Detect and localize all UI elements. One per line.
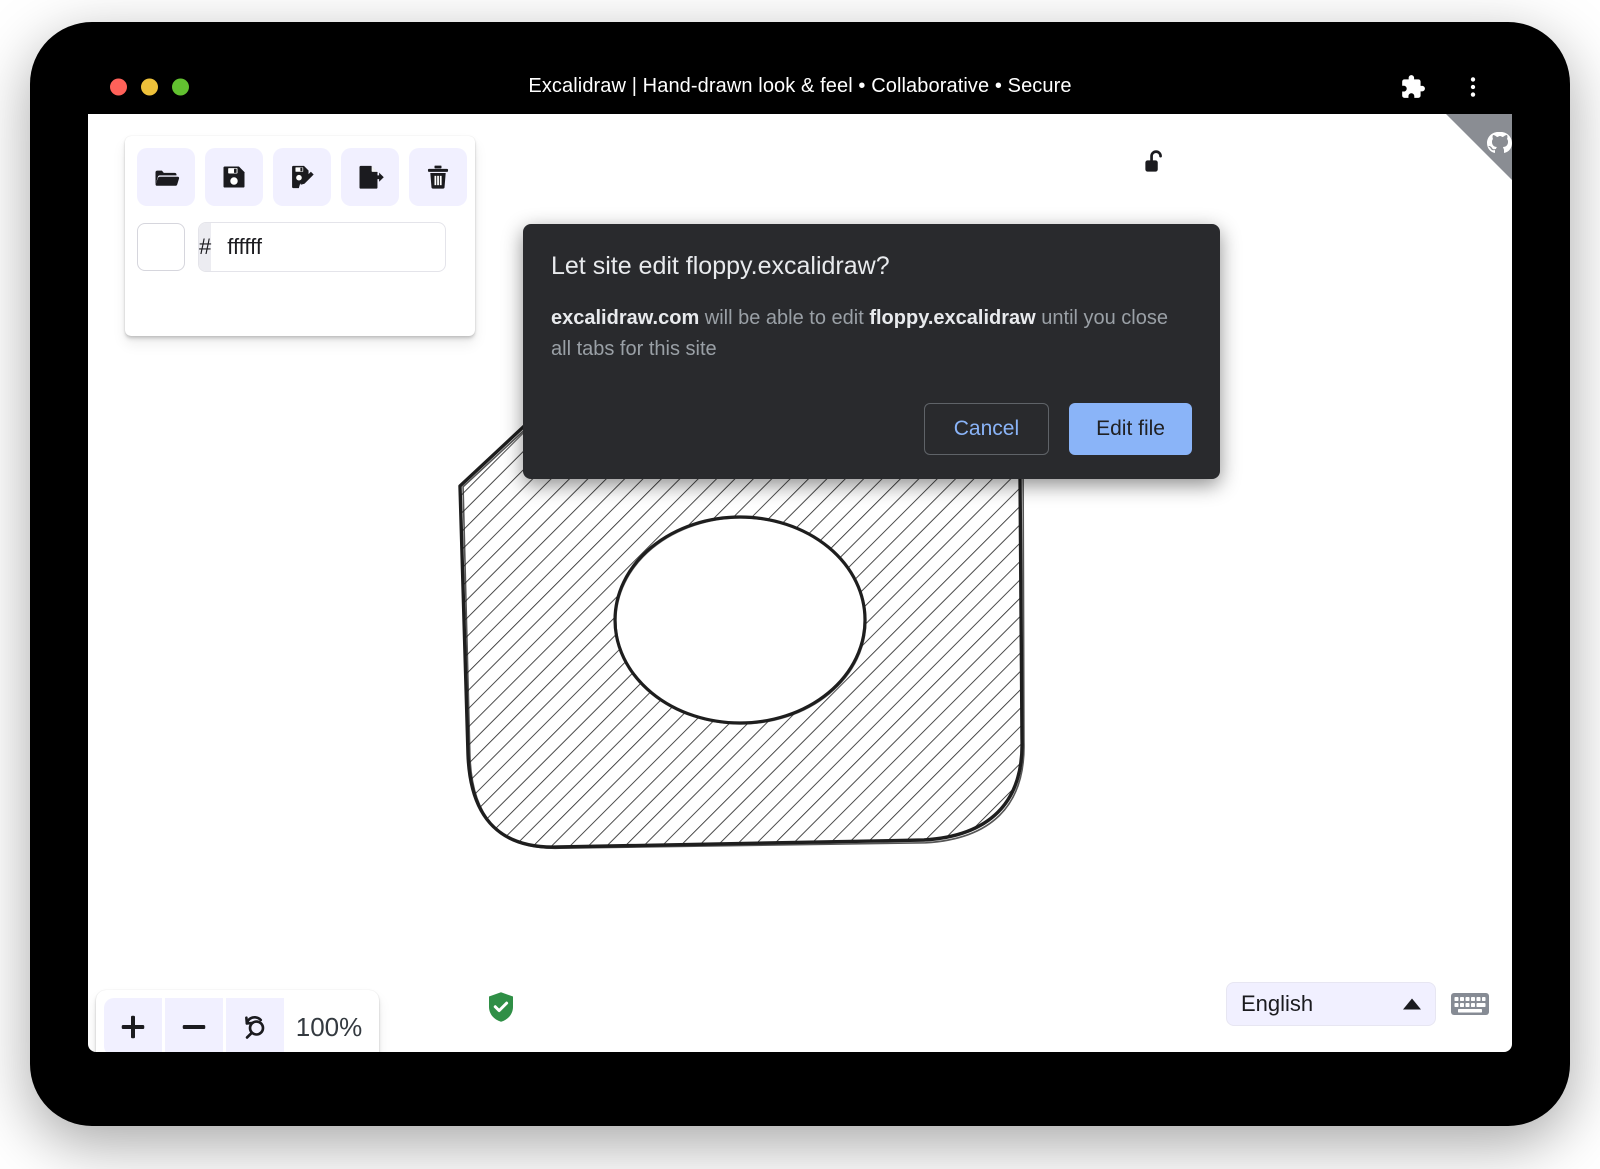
github-corner-ribbon[interactable] [1446,114,1512,180]
floppy-disk-icon [220,163,248,191]
dialog-origin: excalidraw.com [551,307,699,329]
footer-right-controls: English [1226,982,1490,1026]
hash-prefix-label: # [199,223,211,271]
file-actions-row [137,148,475,206]
dialog-actions: Cancel Edit file [551,403,1192,455]
browser-window: Excalidraw | Hand-drawn look & feel • Co… [30,22,1570,1126]
keyboard-icon[interactable] [1450,989,1490,1019]
close-window-button[interactable] [110,78,127,95]
hex-color-field: # [198,222,446,272]
background-color-row: # [137,222,475,272]
file-permission-dialog: Let site edit floppy.excalidraw? excalid… [523,224,1220,479]
save-as-button[interactable] [273,148,331,206]
browser-actions [1400,74,1486,100]
page-root: Excalidraw | Hand-drawn look & feel • Co… [0,0,1600,1169]
floppy-disk-hub [615,517,866,724]
minimize-window-button[interactable] [141,78,158,95]
language-select-value: English [1241,991,1313,1017]
puzzle-piece-icon[interactable] [1400,74,1426,100]
green-shield-check-icon [486,1011,516,1028]
reset-zoom-icon [240,1011,270,1044]
export-button[interactable] [341,148,399,206]
chevron-up-icon [1403,999,1421,1010]
window-title: Excalidraw | Hand-drawn look & feel • Co… [88,75,1512,98]
excalidraw-left-panel: # [125,136,475,336]
color-swatch[interactable] [137,223,185,271]
language-select[interactable]: English [1226,982,1436,1026]
three-dot-menu-icon[interactable] [1460,74,1486,100]
reset-zoom-button[interactable] [226,998,284,1052]
cancel-button[interactable]: Cancel [924,403,1049,455]
zoom-level-value[interactable]: 100% [287,1012,371,1043]
browser-viewport: Floppy [88,114,1512,1052]
hex-color-input[interactable] [211,223,446,271]
zoom-control-panel: 100% [96,990,379,1052]
status-badge [486,990,516,1024]
dialog-body-mid: will be able to edit [699,307,869,329]
dialog-filename: floppy.excalidraw [869,307,1035,329]
browser-titlebar: Excalidraw | Hand-drawn look & feel • Co… [88,59,1512,114]
maximize-window-button[interactable] [172,78,189,95]
reset-canvas-button[interactable] [409,148,467,206]
traffic-light-buttons [110,78,189,95]
folder-open-icon [152,163,180,191]
file-export-arrow-icon [356,163,384,191]
unlock-padlock-icon [1142,148,1169,180]
save-file-button[interactable] [205,148,263,206]
lock-tool-button[interactable] [1133,142,1177,186]
dialog-title: Let site edit floppy.excalidraw? [551,252,1192,281]
trash-icon [424,163,452,191]
open-file-button[interactable] [137,148,195,206]
floppy-disk-pencil-icon [288,163,316,191]
edit-file-button[interactable]: Edit file [1069,403,1192,455]
zoom-in-button[interactable] [104,998,162,1052]
dialog-body: excalidraw.com will be able to edit flop… [551,303,1191,365]
zoom-out-button[interactable] [165,998,223,1052]
